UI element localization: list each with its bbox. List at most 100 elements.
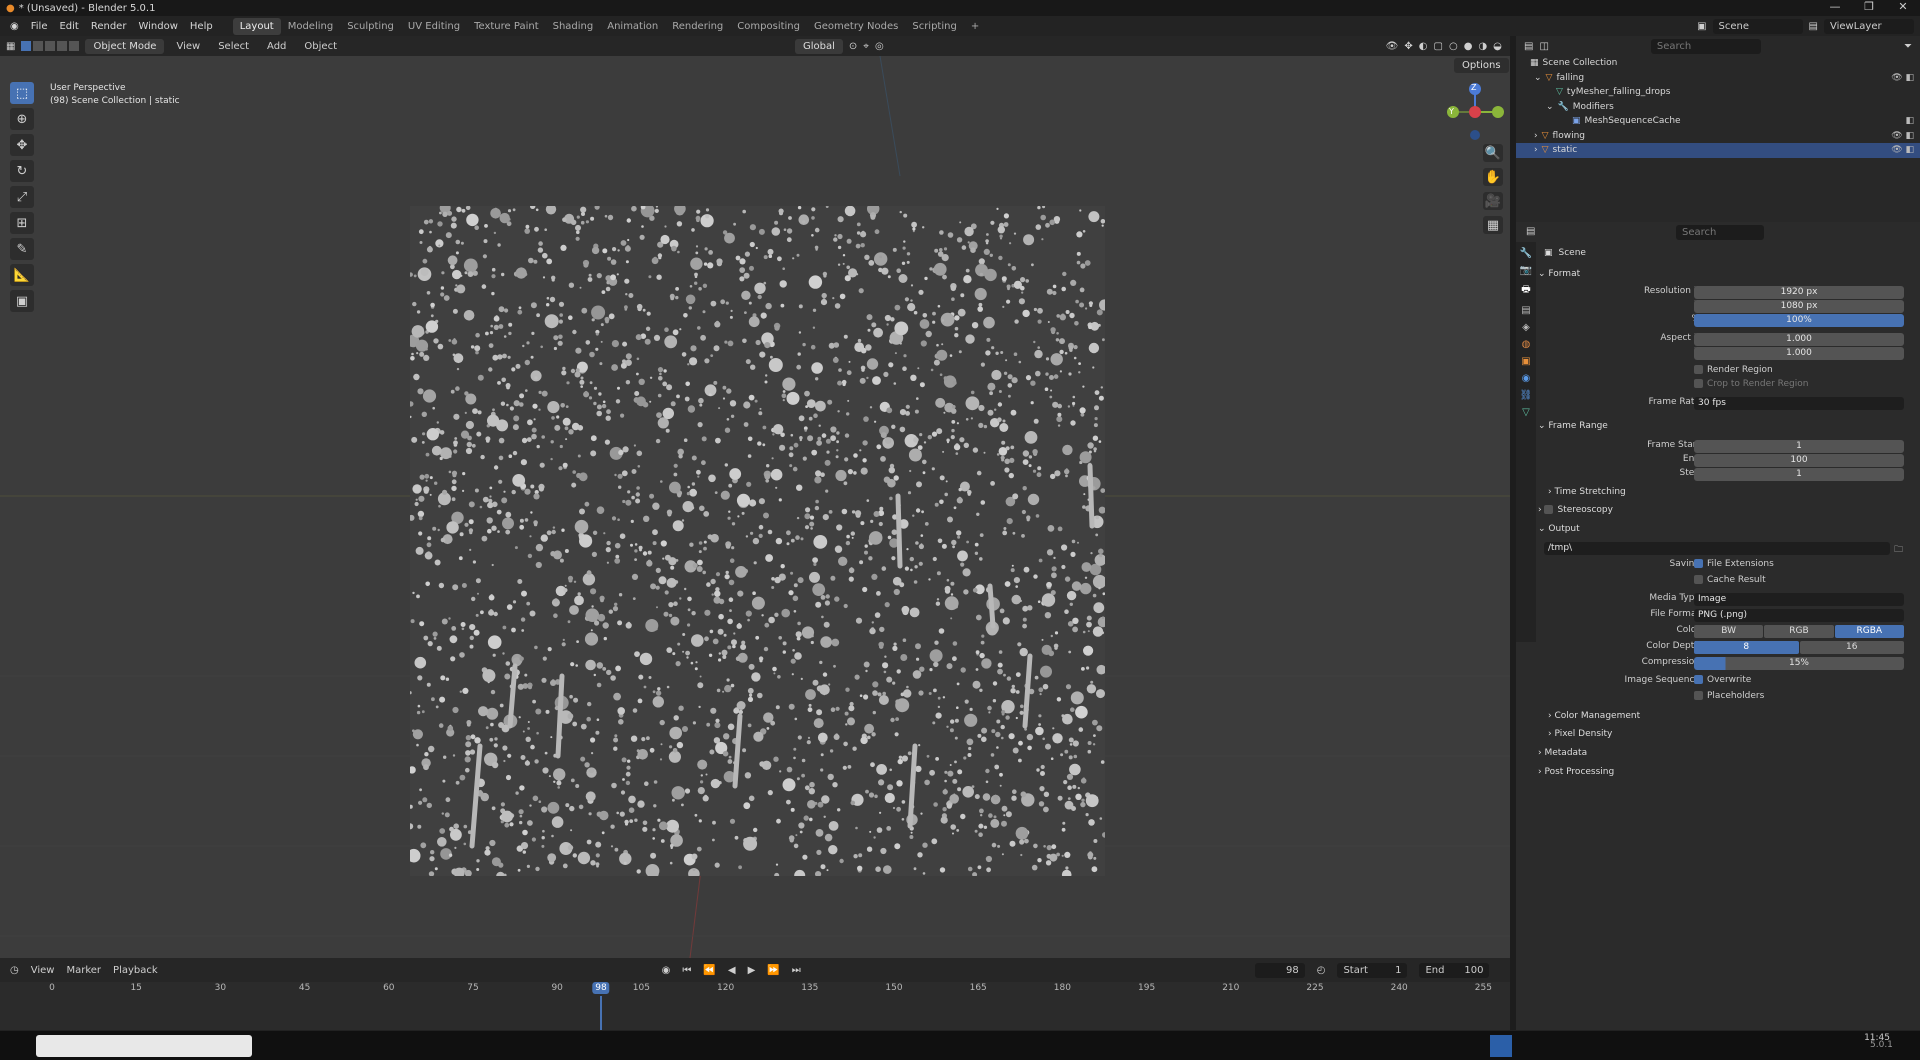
add-cube-tool-icon[interactable]: ▣ xyxy=(10,290,34,312)
mode-dropdown[interactable]: Object Mode xyxy=(85,38,165,54)
prev-key-icon[interactable]: ⏪ xyxy=(703,965,715,976)
end-frame-field[interactable]: End 100 xyxy=(1419,962,1490,978)
visibility-eye-icon[interactable]: 👁 ◧ xyxy=(1891,131,1914,141)
file-format-dropdown[interactable]: PNG (.png) xyxy=(1694,609,1904,622)
tl-menu-view[interactable]: View xyxy=(31,965,55,976)
panel-frame-range-header[interactable]: ⌄ Frame Range xyxy=(1538,418,1914,434)
constraints-tab-icon[interactable]: ⛓ xyxy=(1520,390,1533,401)
tool-tab-icon[interactable]: 🔧 xyxy=(1520,248,1532,259)
color-bw-button[interactable]: BW xyxy=(1694,625,1764,638)
depth-8-button[interactable]: 8 xyxy=(1694,641,1799,654)
view-layer-tab-icon[interactable]: ▤ xyxy=(1521,305,1530,316)
start-frame-field[interactable]: Start 1 xyxy=(1337,962,1408,978)
options-button[interactable]: Options xyxy=(1454,58,1509,73)
output-path-field[interactable]: /tmp\ xyxy=(1544,542,1890,555)
shading-solid-icon[interactable]: ● xyxy=(1464,41,1473,52)
render-tab-icon[interactable]: 📷 xyxy=(1520,265,1532,276)
pivot-icon[interactable]: ⊙ xyxy=(849,41,857,52)
world-tab-icon[interactable]: ◍ xyxy=(1522,339,1531,350)
panel-format-header[interactable]: ⌄ Format xyxy=(1538,266,1914,282)
frame-end-field[interactable]: 100 xyxy=(1694,454,1904,467)
playhead-frame-badge[interactable]: 98 xyxy=(592,982,610,994)
current-frame-field[interactable]: 98 xyxy=(1254,962,1305,978)
physics-tab-icon[interactable]: ◉ xyxy=(1522,373,1531,384)
record-icon[interactable]: ◉ xyxy=(662,965,671,976)
object-tab-icon[interactable]: ▣ xyxy=(1521,356,1530,367)
outliner-row-mesh[interactable]: ▽ tyMesher_falling_drops xyxy=(1516,85,1920,100)
tab-animation[interactable]: Animation xyxy=(600,18,665,35)
file-extensions-checkbox[interactable]: File Extensions xyxy=(1694,559,1774,569)
maximize-icon[interactable]: ❐ xyxy=(1852,0,1886,13)
properties-editor-icon[interactable]: ▤ xyxy=(1526,226,1535,237)
jump-start-icon[interactable]: ⏮ xyxy=(682,965,691,976)
res-x-field[interactable]: 1920 px xyxy=(1694,286,1904,299)
data-tab-icon[interactable]: ▽ xyxy=(1522,407,1530,418)
select-box-tool-icon[interactable]: ⬚ xyxy=(10,82,34,104)
panel-time-stretching[interactable]: › Time Stretching xyxy=(1548,484,1920,500)
cursor-tool-icon[interactable]: ⊕ xyxy=(10,108,34,130)
tab-sculpting[interactable]: Sculpting xyxy=(340,18,401,35)
shading-material-icon[interactable]: ◑ xyxy=(1478,41,1487,52)
taskbar-active-app-icon[interactable] xyxy=(1490,1035,1512,1057)
tl-menu-marker[interactable]: Marker xyxy=(66,965,101,976)
annotate-tool-icon[interactable]: ✎ xyxy=(10,238,34,260)
editor-type-icon[interactable]: ▦ xyxy=(6,41,15,52)
menu-file[interactable]: File xyxy=(25,21,54,32)
expand-icon[interactable]: ⌄ xyxy=(1546,102,1554,112)
play-icon[interactable]: ▶ xyxy=(748,965,756,976)
scene-tab-icon[interactable]: ◈ xyxy=(1522,322,1530,333)
tab-shading[interactable]: Shading xyxy=(546,18,601,35)
timeline-area[interactable]: 0 15 30 45 60 75 90 105 120 135 150 165 180 195 210 225… xyxy=(0,982,1510,1030)
expand-icon[interactable]: › xyxy=(1534,145,1538,155)
properties-search-input[interactable]: Search xyxy=(1676,225,1764,240)
vp-menu-view[interactable]: View xyxy=(170,39,206,54)
visibility-eye-icon[interactable]: 👁 ◧ xyxy=(1891,73,1914,83)
vp-menu-add[interactable]: Add xyxy=(261,39,292,54)
rotate-tool-icon[interactable]: ↻ xyxy=(10,160,34,182)
outliner-row-static[interactable]: › ▽ static 👁 ◧ xyxy=(1516,143,1920,158)
crop-checkbox[interactable]: Crop to Render Region xyxy=(1694,379,1808,389)
panel-output-header[interactable]: ⌄ Output xyxy=(1538,521,1914,537)
panel-post-processing[interactable]: › Post Processing xyxy=(1538,764,1914,780)
tab-layout[interactable]: Layout xyxy=(232,17,281,35)
depth-16-button[interactable]: 16 xyxy=(1799,641,1904,654)
menu-render[interactable]: Render xyxy=(85,21,133,32)
expand-icon[interactable]: › xyxy=(1534,131,1538,141)
playhead[interactable] xyxy=(600,996,602,1030)
timeline-editor-icon[interactable]: ◷ xyxy=(10,965,19,976)
overlay-toggle-icon[interactable]: ◐ xyxy=(1419,41,1428,52)
next-key-icon[interactable]: ⏩ xyxy=(767,965,779,976)
display-mode-icon[interactable]: ◫ xyxy=(1539,41,1548,52)
blender-menu-icon[interactable]: ◉ xyxy=(4,21,25,32)
tab-compositing[interactable]: Compositing xyxy=(730,18,807,35)
outliner-row-modifiers[interactable]: ⌄ 🔧 Modifiers xyxy=(1516,100,1920,115)
color-rgba-button[interactable]: RGBA xyxy=(1834,625,1904,638)
visibility-icon[interactable]: 👁 xyxy=(1386,41,1399,52)
cache-result-checkbox[interactable]: Cache Result xyxy=(1694,575,1766,585)
tab-geometry-nodes[interactable]: Geometry Nodes xyxy=(807,18,905,35)
outliner-editor-icon[interactable]: ▤ xyxy=(1524,41,1533,52)
panel-metadata[interactable]: › Metadata xyxy=(1538,745,1914,761)
frame-rate-dropdown[interactable]: 30 fps xyxy=(1694,397,1904,410)
gizmo-toggle-icon[interactable]: ✥ xyxy=(1404,41,1412,52)
taskbar-search-box[interactable] xyxy=(36,1035,252,1057)
aspect-x-field[interactable]: 1.000 xyxy=(1694,333,1904,346)
tab-modeling[interactable]: Modeling xyxy=(281,18,341,35)
measure-tool-icon[interactable]: 📐 xyxy=(10,264,34,286)
zoom-icon[interactable]: 🔍 xyxy=(1483,144,1503,162)
outliner-search-input[interactable]: Search xyxy=(1650,38,1761,54)
select-mode-icons[interactable] xyxy=(21,41,80,51)
folder-icon[interactable]: 🗀 xyxy=(1894,542,1903,558)
vp-menu-object[interactable]: Object xyxy=(298,39,343,54)
compression-slider[interactable]: 15% xyxy=(1694,657,1904,670)
tab-texture-paint[interactable]: Texture Paint xyxy=(467,18,546,35)
outliner-row-scene-collection[interactable]: ▦ Scene Collection xyxy=(1516,56,1920,71)
menu-help[interactable]: Help xyxy=(184,21,219,32)
proportional-edit-icon[interactable]: ◎ xyxy=(875,41,884,52)
tab-uv-editing[interactable]: UV Editing xyxy=(401,18,467,35)
frame-start-field[interactable]: 1 xyxy=(1694,440,1904,453)
minimize-icon[interactable]: — xyxy=(1818,0,1852,13)
expand-icon[interactable]: ⌄ xyxy=(1534,73,1542,83)
panel-pixel-density[interactable]: › Pixel Density xyxy=(1548,726,1920,742)
ortho-grid-icon[interactable]: ▦ xyxy=(1483,216,1503,234)
